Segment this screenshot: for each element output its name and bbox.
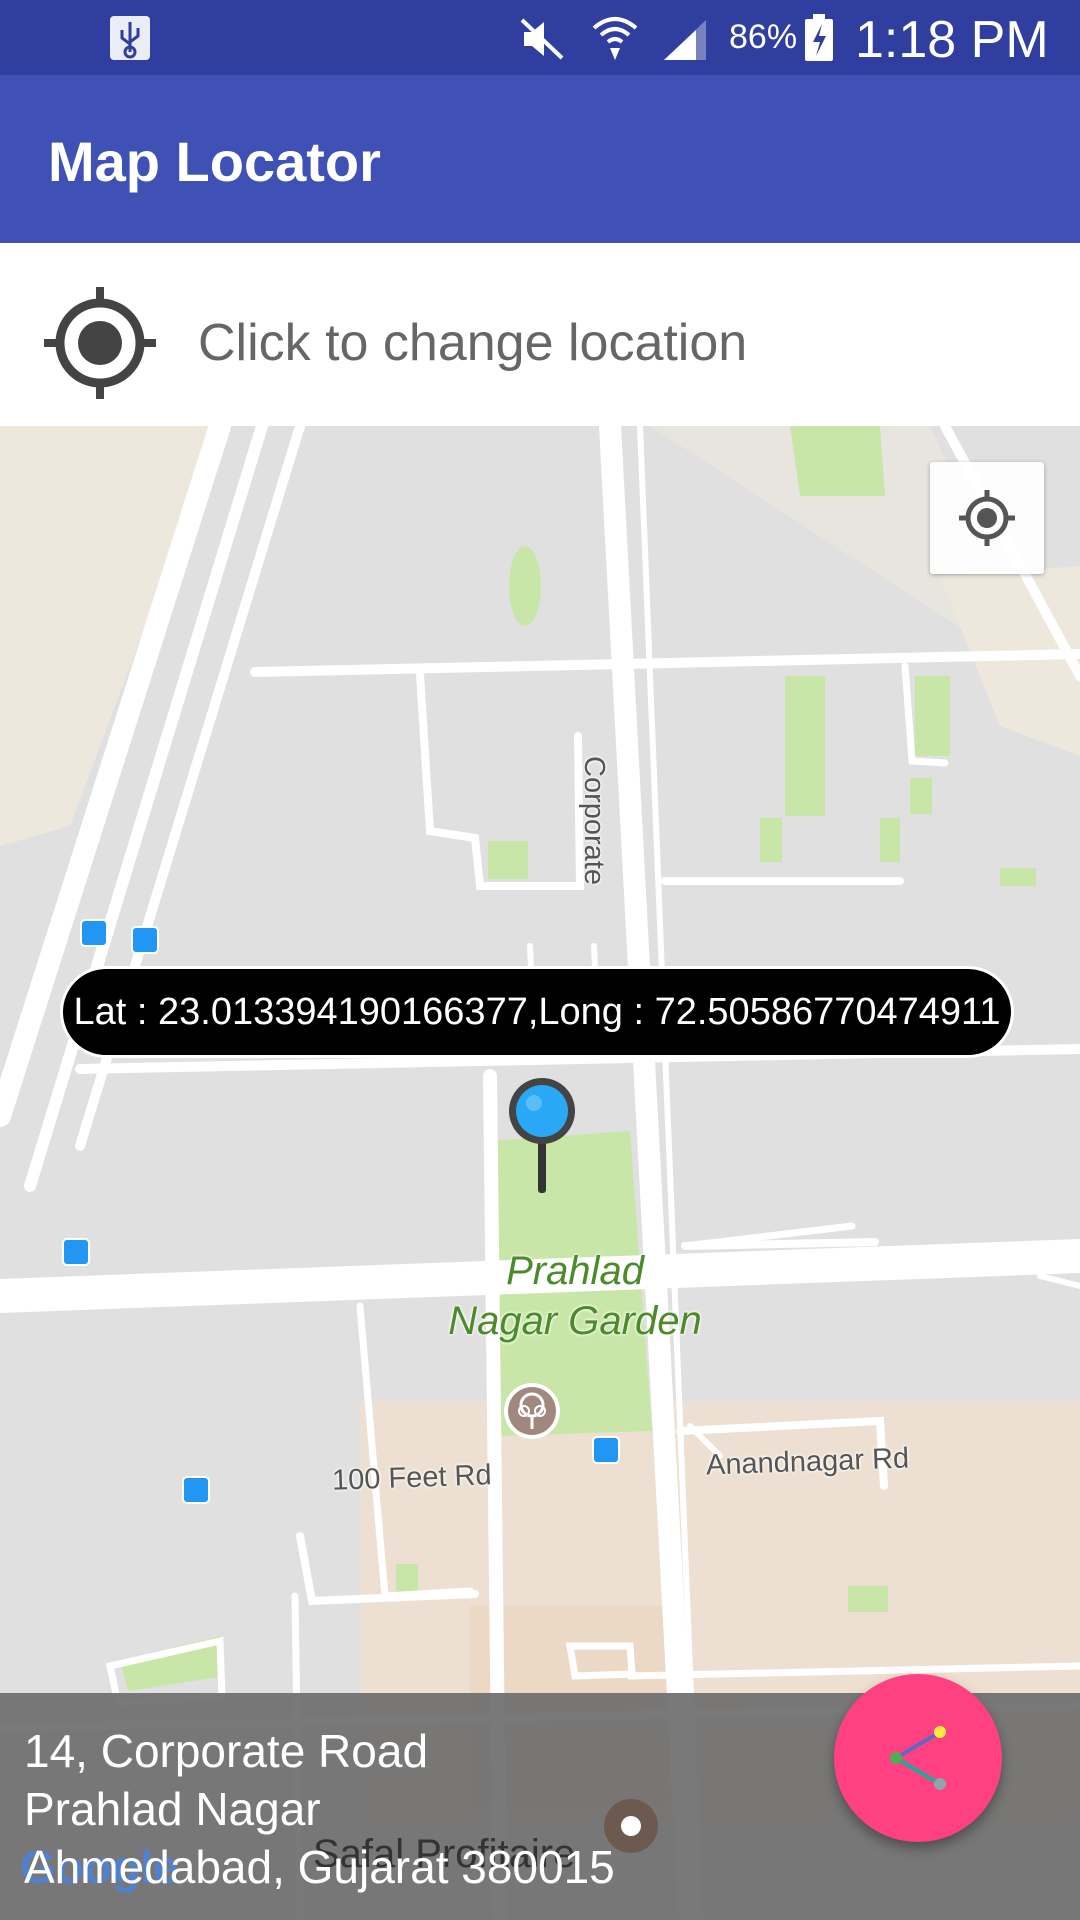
share-fab[interactable] bbox=[834, 1674, 1002, 1842]
my-location-icon bbox=[959, 490, 1015, 546]
usb-icon bbox=[110, 16, 150, 60]
change-location-row[interactable]: Click to change location bbox=[0, 243, 1080, 426]
bus-stop-icon[interactable] bbox=[62, 1238, 90, 1266]
bus-stop-icon[interactable] bbox=[592, 1436, 620, 1464]
battery-charging-icon bbox=[805, 14, 833, 61]
bus-stop-icon[interactable] bbox=[80, 919, 108, 947]
address-line3: Ahmedabad, Gujarat 380015 bbox=[24, 1841, 615, 1893]
park-poi-icon[interactable] bbox=[502, 1381, 562, 1441]
mute-icon bbox=[520, 18, 564, 60]
location-pin-icon[interactable] bbox=[500, 1071, 584, 1197]
signal-icon bbox=[664, 20, 706, 60]
share-icon bbox=[890, 1726, 946, 1790]
app-title: Map Locator bbox=[48, 130, 381, 193]
road-label-100feet: 100 Feet Rd bbox=[331, 1459, 493, 1497]
battery-percent: 86% bbox=[729, 18, 798, 56]
road-label-corporate: Corporate bbox=[578, 756, 610, 885]
gps-target-icon bbox=[44, 287, 156, 399]
address-line2: Prahlad Nagar bbox=[24, 1783, 321, 1835]
my-location-button[interactable] bbox=[930, 462, 1044, 574]
poi-label-garden: Prahlad Nagar Garden bbox=[425, 1246, 725, 1346]
coordinates-label: Lat : 23.013394190166377,Long : 72.50586… bbox=[60, 966, 1014, 1058]
poi-label-line1: Prahlad bbox=[506, 1249, 644, 1293]
address-line1: 14, Corporate Road bbox=[24, 1725, 429, 1777]
change-location-label: Click to change location bbox=[198, 314, 748, 372]
app-bar: Map Locator bbox=[0, 75, 1080, 243]
clock: 1:18 PM bbox=[855, 11, 1049, 69]
poi-label-line2: Nagar Garden bbox=[448, 1299, 702, 1343]
bus-stop-icon[interactable] bbox=[182, 1476, 210, 1504]
status-bar: 86% 1:18 PM bbox=[0, 0, 1080, 75]
wifi-icon bbox=[592, 17, 638, 60]
bus-stop-icon[interactable] bbox=[131, 926, 159, 954]
